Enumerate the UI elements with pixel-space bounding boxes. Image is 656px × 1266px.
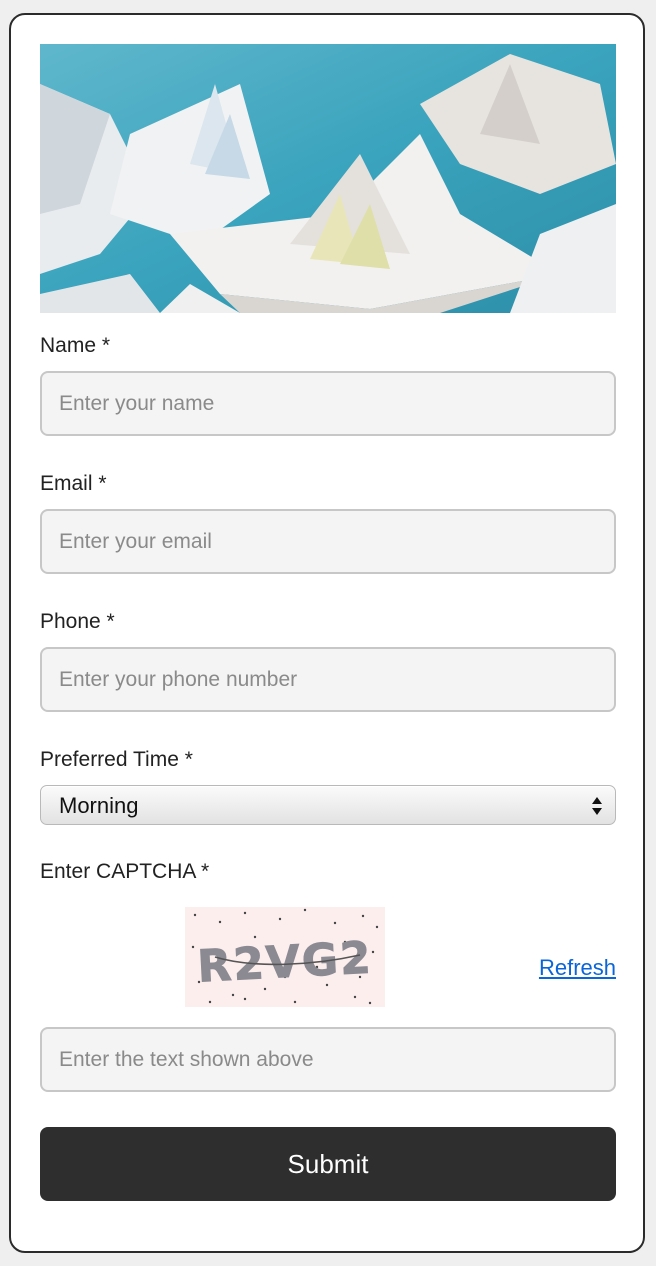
- phone-label: Phone *: [40, 610, 115, 633]
- captcha-code: R2VG2: [196, 932, 374, 992]
- phone-input[interactable]: [40, 647, 616, 712]
- name-label: Name *: [40, 334, 111, 357]
- submit-button[interactable]: Submit: [40, 1127, 616, 1201]
- email-input[interactable]: [40, 509, 616, 574]
- preferred-time-label: Preferred Time *: [40, 748, 193, 771]
- preferred-time-select[interactable]: Morning: [40, 785, 616, 825]
- preferred-time-value: Morning: [59, 793, 139, 818]
- select-arrows-icon: [592, 797, 602, 815]
- hero-image-origami-boats: [40, 44, 616, 313]
- captcha-refresh-link[interactable]: Refresh: [539, 955, 616, 981]
- captcha-image: R2VG2: [185, 907, 385, 1007]
- name-input[interactable]: [40, 371, 616, 436]
- captcha-input[interactable]: [40, 1027, 616, 1092]
- captcha-label: Enter CAPTCHA *: [40, 860, 210, 883]
- email-label: Email *: [40, 472, 107, 495]
